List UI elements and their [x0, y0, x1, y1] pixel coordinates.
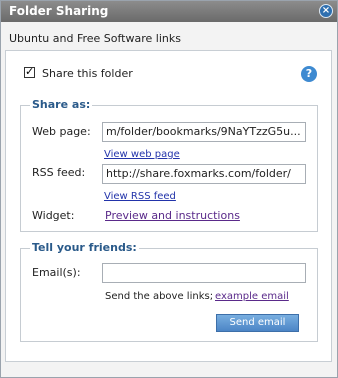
rss-feed-url-value: http://share.foxmarks.com/folder/ [106, 167, 291, 180]
email-input[interactable] [102, 263, 306, 283]
close-icon[interactable]: × [319, 4, 333, 18]
widget-preview-link[interactable]: Preview and instructions [105, 209, 240, 222]
share-folder-checkbox[interactable] [24, 65, 35, 78]
example-email-link[interactable]: example email [215, 291, 289, 302]
web-page-url-field[interactable]: ...m/folder/bookmarks/9NaYTzzG5u [102, 122, 306, 142]
send-email-button[interactable]: Send email [216, 314, 299, 332]
folder-sharing-dialog: Folder Sharing × Ubuntu and Free Softwar… [0, 0, 338, 378]
tell-friends-heading: Tell your friends: [30, 241, 139, 254]
share-folder-label: Share this folder [42, 67, 133, 80]
help-icon[interactable]: ? [301, 66, 317, 82]
view-web-page-link[interactable]: View web page [104, 149, 180, 160]
web-page-label: Web page: [32, 125, 91, 138]
web-page-url-value: ...m/folder/bookmarks/9NaYTzzG5u [106, 125, 301, 138]
dialog-title: Folder Sharing [9, 4, 109, 18]
title-bar: Folder Sharing [1, 1, 337, 22]
share-as-heading: Share as: [30, 98, 93, 111]
folder-name: Ubuntu and Free Software links [9, 32, 181, 45]
rss-feed-url-field[interactable]: http://share.foxmarks.com/folder/ [102, 164, 306, 184]
rss-feed-label: RSS feed: [32, 166, 86, 179]
send-note: Send the above links; [105, 291, 214, 302]
view-rss-feed-link[interactable]: View RSS feed [104, 191, 176, 202]
widget-label: Widget: [32, 209, 75, 222]
email-label: Email(s): [32, 266, 81, 279]
